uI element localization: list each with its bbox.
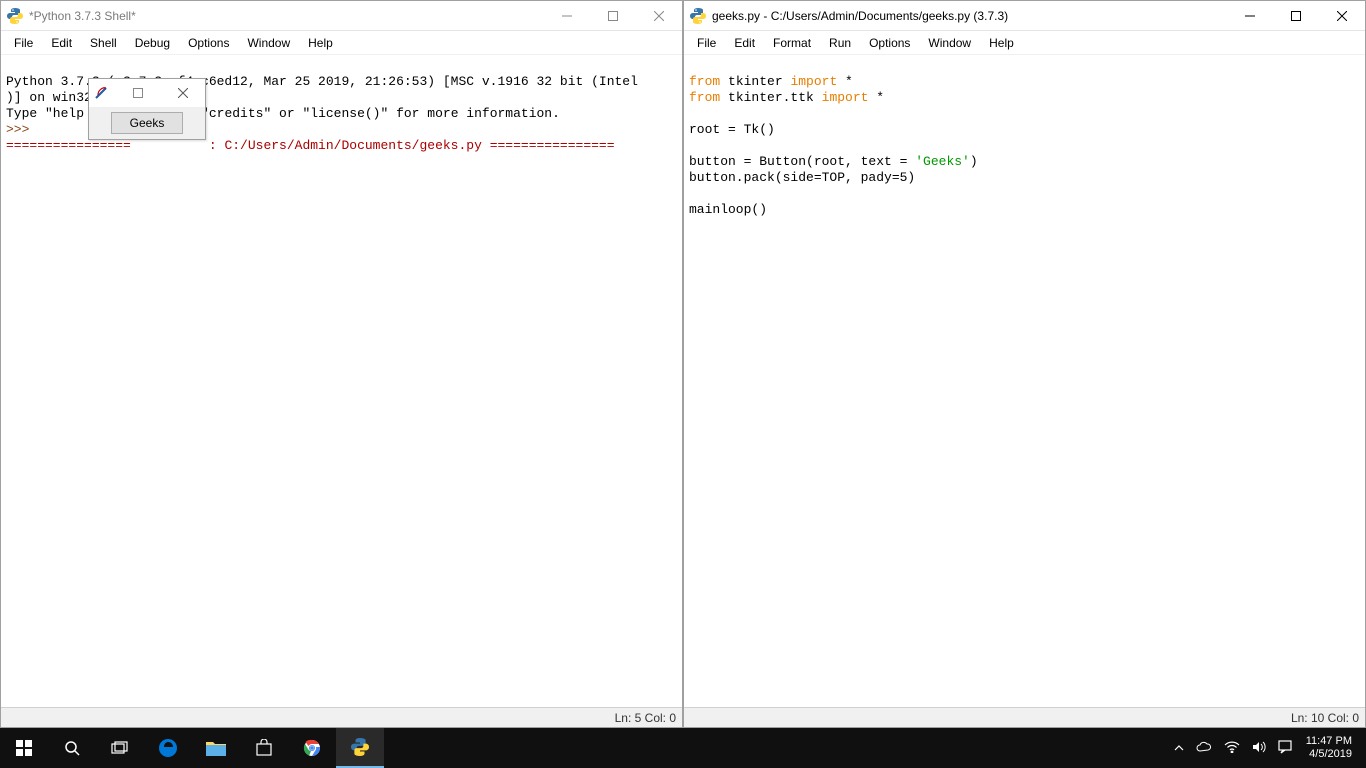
shell-cursor-pos: Ln: 5 Col: 0 xyxy=(615,711,676,725)
maximize-button[interactable] xyxy=(1273,1,1319,30)
tk-body: Geeks xyxy=(89,107,205,139)
kw-import: import xyxy=(790,74,837,89)
close-button[interactable] xyxy=(1319,1,1365,30)
kw-import: import xyxy=(822,90,869,105)
menu-file[interactable]: File xyxy=(5,34,42,52)
menu-edit[interactable]: Edit xyxy=(725,34,764,52)
clock-date: 4/5/2019 xyxy=(1306,748,1352,761)
file-explorer-icon[interactable] xyxy=(192,728,240,768)
clock[interactable]: 11:47 PM 4/5/2019 xyxy=(1298,735,1360,761)
restart-sep-right: ================ xyxy=(490,138,615,153)
kw-from: from xyxy=(689,90,720,105)
kw-from: from xyxy=(689,74,720,89)
menu-debug[interactable]: Debug xyxy=(126,34,179,52)
close-button[interactable] xyxy=(636,1,682,30)
menu-help[interactable]: Help xyxy=(980,34,1023,52)
chrome-icon[interactable] xyxy=(288,728,336,768)
menu-edit[interactable]: Edit xyxy=(42,34,81,52)
python-icon xyxy=(7,8,23,24)
taskbar-right: 11:47 PM 4/5/2019 xyxy=(1168,728,1366,768)
tray-action-center-icon[interactable] xyxy=(1272,740,1298,757)
shell-help-a: Type "help xyxy=(6,106,84,121)
tk-window[interactable]: Geeks xyxy=(88,78,206,140)
shell-content[interactable]: Python 3.7.3 (v3.7.3:ef4ec6ed12, Mar 25 … xyxy=(1,55,682,707)
tray-volume-icon[interactable] xyxy=(1246,740,1272,757)
taskbar: 11:47 PM 4/5/2019 xyxy=(0,728,1366,768)
tk-maximize-button[interactable] xyxy=(115,79,160,107)
minimize-button[interactable] xyxy=(544,1,590,30)
star: * xyxy=(868,90,884,105)
code-string: 'Geeks' xyxy=(915,154,970,169)
menu-window[interactable]: Window xyxy=(919,34,980,52)
shell-window-buttons xyxy=(544,1,682,30)
editor-content[interactable]: from tkinter import * from tkinter.ttk i… xyxy=(684,55,1365,707)
taskbar-left xyxy=(0,728,384,768)
code-root: root = Tk() xyxy=(689,122,775,137)
menu-shell[interactable]: Shell xyxy=(81,34,126,52)
tray-chevron-icon[interactable] xyxy=(1168,740,1190,756)
code-pack: button.pack(side=TOP, pady=5) xyxy=(689,170,915,185)
code-button-a: button = Button(root, text = xyxy=(689,154,915,169)
menu-options[interactable]: Options xyxy=(179,34,238,52)
star: * xyxy=(837,74,853,89)
tk-titlebar[interactable] xyxy=(89,79,205,107)
minimize-button[interactable] xyxy=(1227,1,1273,30)
tk-close-button[interactable] xyxy=(160,79,205,107)
menu-options[interactable]: Options xyxy=(860,34,919,52)
shell-title: *Python 3.7.3 Shell* xyxy=(29,9,544,23)
restart-path: : C:/Users/Admin/Documents/geeks.py xyxy=(209,138,490,153)
editor-cursor-pos: Ln: 10 Col: 0 xyxy=(1291,711,1359,725)
shell-prompt: >>> xyxy=(6,122,29,137)
editor-menubar: File Edit Format Run Options Window Help xyxy=(684,31,1365,55)
shell-help-b: "credits" or "license()" for more inform… xyxy=(201,106,560,121)
python-icon xyxy=(690,8,706,24)
editor-title: geeks.py - C:/Users/Admin/Documents/geek… xyxy=(712,9,1227,23)
mod-tkinter-ttk: tkinter.ttk xyxy=(720,90,821,105)
code-mainloop: mainloop() xyxy=(689,202,767,217)
code-button-c: ) xyxy=(970,154,978,169)
tk-feather-icon xyxy=(93,85,109,101)
idle-taskbar-icon[interactable] xyxy=(336,728,384,768)
restart-sep-left: ================ xyxy=(6,138,131,153)
shell-menubar: File Edit Shell Debug Options Window Hel… xyxy=(1,31,682,55)
store-icon[interactable] xyxy=(240,728,288,768)
editor-window: geeks.py - C:/Users/Admin/Documents/geek… xyxy=(683,0,1366,728)
tray-wifi-icon[interactable] xyxy=(1218,740,1246,756)
task-view-button[interactable] xyxy=(96,728,144,768)
menu-window[interactable]: Window xyxy=(238,34,299,52)
menu-run[interactable]: Run xyxy=(820,34,860,52)
tray-onedrive-icon[interactable] xyxy=(1190,740,1218,756)
editor-statusbar: Ln: 10 Col: 0 xyxy=(684,707,1365,727)
shell-statusbar: Ln: 5 Col: 0 xyxy=(1,707,682,727)
mod-tkinter: tkinter xyxy=(720,74,790,89)
clock-time: 11:47 PM xyxy=(1306,735,1352,748)
search-button[interactable] xyxy=(48,728,96,768)
shell-titlebar[interactable]: *Python 3.7.3 Shell* xyxy=(1,1,682,31)
shell-banner-2: )] on win32 xyxy=(6,90,92,105)
edge-icon[interactable] xyxy=(144,728,192,768)
maximize-button[interactable] xyxy=(590,1,636,30)
menu-format[interactable]: Format xyxy=(764,34,820,52)
editor-window-buttons xyxy=(1227,1,1365,30)
geeks-button[interactable]: Geeks xyxy=(111,112,184,134)
menu-file[interactable]: File xyxy=(688,34,725,52)
menu-help[interactable]: Help xyxy=(299,34,342,52)
start-button[interactable] xyxy=(0,728,48,768)
editor-titlebar[interactable]: geeks.py - C:/Users/Admin/Documents/geek… xyxy=(684,1,1365,31)
